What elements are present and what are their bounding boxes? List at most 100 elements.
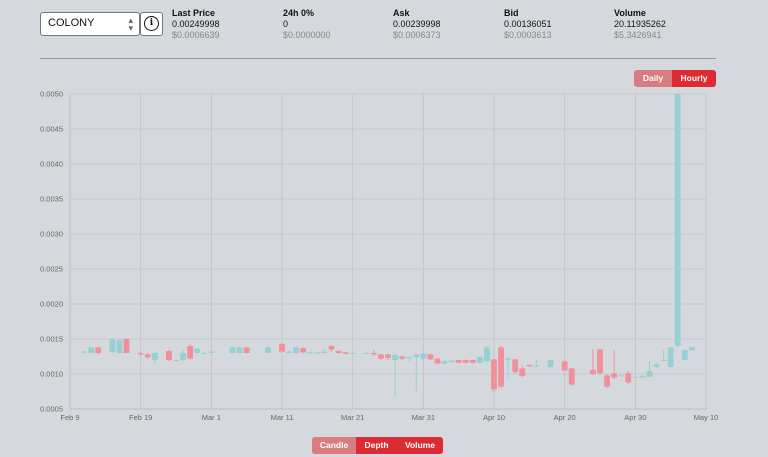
header-divider	[40, 58, 716, 59]
stat-last-price: Last Price 0.00249998 $0.0006639	[172, 8, 220, 41]
stat-usd: $0.0000000	[283, 30, 331, 40]
candle-body	[653, 364, 660, 367]
candle-body	[151, 353, 158, 360]
candle-body	[632, 376, 639, 378]
candle-body	[597, 349, 603, 374]
candle-body	[547, 360, 554, 367]
candle-body	[95, 347, 102, 353]
candle-body	[533, 365, 540, 367]
candle-body	[512, 359, 519, 372]
candle-body	[590, 369, 596, 374]
candle-body	[300, 348, 307, 353]
candle-body	[279, 343, 285, 352]
x-tick-label: Feb 9	[60, 413, 79, 422]
info-icon: i	[144, 16, 159, 31]
depth-button[interactable]: Depth	[356, 437, 397, 454]
candle-body	[618, 375, 625, 377]
candle-body	[123, 339, 130, 353]
candle-body	[462, 360, 469, 363]
candle-body	[625, 373, 632, 383]
x-tick-label: Mar 1	[202, 413, 221, 422]
candle-body	[137, 353, 144, 355]
y-tick-label: 0.0020	[40, 300, 63, 309]
candle-body	[688, 347, 695, 351]
candle-body	[187, 346, 194, 359]
candle-body	[286, 351, 292, 353]
x-tick-label: Mar 11	[271, 413, 294, 422]
volume-button[interactable]: Volume	[397, 437, 443, 454]
candle-body	[441, 361, 448, 364]
candle-body	[264, 347, 271, 353]
y-tick-label: 0.0035	[40, 195, 63, 204]
stat-value: 0	[283, 19, 289, 29]
candle-body	[328, 346, 335, 350]
stat-bid: Bid 0.00136051 $0.0003613	[504, 8, 552, 41]
candle-body	[561, 361, 568, 371]
y-tick-label: 0.0030	[40, 230, 63, 239]
candle-body	[173, 360, 179, 361]
candle-body	[180, 353, 186, 360]
x-tick-label: Apr 30	[624, 413, 646, 422]
x-tick-label: Mar 31	[412, 413, 435, 422]
candle-body	[434, 358, 441, 364]
candle-body	[321, 351, 328, 353]
candle-body	[109, 339, 116, 352]
candle-body	[349, 353, 356, 354]
y-tick-label: 0.0015	[40, 335, 63, 344]
candle-body	[427, 354, 434, 360]
candle-body	[392, 355, 398, 360]
candle-body	[88, 347, 95, 353]
stat-value: 0.00136051	[504, 19, 552, 29]
candle-body	[639, 376, 646, 378]
candle-body	[498, 347, 504, 387]
candle-body	[681, 350, 688, 360]
y-tick-label: 0.0025	[40, 265, 63, 274]
candle-body	[476, 357, 483, 363]
y-tick-label: 0.0040	[40, 160, 63, 169]
candle-body	[399, 356, 406, 359]
y-tick-label: 0.0045	[40, 125, 63, 134]
candle-body	[314, 352, 321, 354]
daily-button[interactable]: Daily	[634, 70, 672, 87]
candle-body	[335, 350, 342, 353]
stat-usd: $0.0003613	[504, 30, 552, 40]
stat-usd: $5.3426941	[614, 30, 662, 40]
stat-label: Volume	[614, 8, 646, 18]
candle-body	[469, 360, 476, 363]
candle-body	[370, 353, 377, 355]
candle-body	[378, 354, 384, 359]
candle-body	[144, 354, 151, 358]
candle-body	[674, 94, 681, 346]
market-select[interactable]: COLONY ▴ ▾	[40, 12, 140, 36]
candle-body	[448, 360, 455, 363]
candle-body	[519, 368, 526, 377]
candle-body	[526, 364, 533, 367]
candle-body	[646, 371, 653, 377]
stat-label: Last Price	[172, 8, 216, 18]
candle-body	[413, 354, 420, 358]
candle-body	[505, 358, 512, 360]
candle-body	[236, 347, 243, 353]
stat-usd: $0.0006639	[172, 30, 220, 40]
candle-body	[568, 368, 575, 385]
x-tick-label: Apr 10	[483, 413, 505, 422]
stat-usd: $0.0006373	[393, 30, 441, 40]
candle-body	[604, 375, 610, 387]
hourly-button[interactable]: Hourly	[672, 70, 716, 87]
candle-body	[229, 347, 236, 353]
candle-body	[660, 360, 667, 361]
stat-label: Bid	[504, 8, 519, 18]
y-tick-label: 0.0010	[40, 370, 63, 379]
candle-body	[208, 351, 215, 353]
info-button[interactable]: i	[140, 12, 163, 36]
candle-body	[611, 373, 618, 378]
candle-button[interactable]: Candle	[312, 437, 356, 454]
market-select-value: COLONY	[48, 17, 95, 29]
candle-body	[307, 352, 314, 354]
candle-body	[342, 352, 349, 354]
x-tick-label: Feb 19	[129, 413, 152, 422]
candle-body	[420, 353, 427, 359]
stat-label: Ask	[393, 8, 410, 18]
x-tick-label: Mar 21	[341, 413, 364, 422]
stat-value: 0.00239998	[393, 19, 441, 29]
